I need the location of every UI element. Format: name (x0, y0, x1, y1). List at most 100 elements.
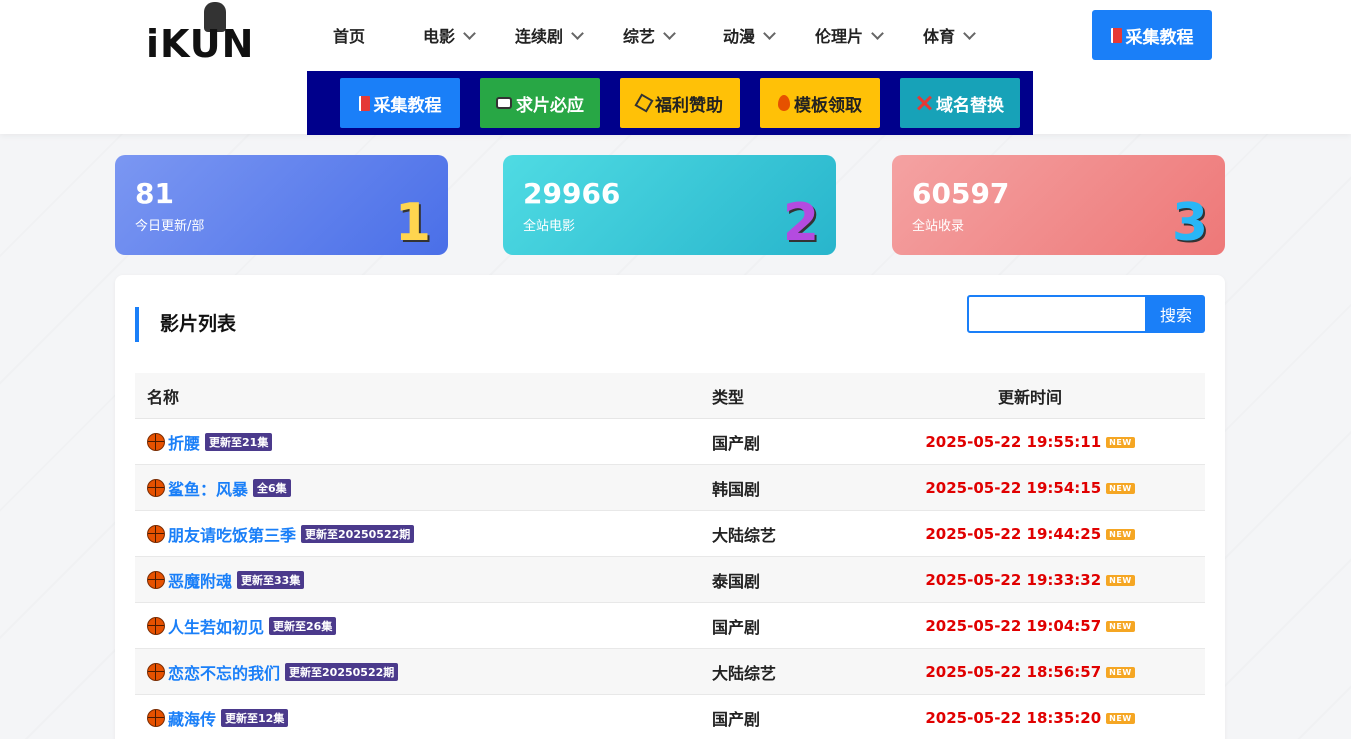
fire-icon (778, 95, 790, 111)
row-name-cell: 朋友请吃饭第三季 更新至20250522期 (147, 511, 415, 557)
nav-item-movies[interactable]: 电影 (423, 22, 476, 48)
search-button[interactable]: 搜索 (1147, 295, 1205, 333)
video-title-link[interactable]: 藏海传 (168, 706, 216, 730)
quick-domain-button[interactable]: 域名替换 (900, 78, 1020, 128)
quick-sponsor-button[interactable]: 福利赞助 (620, 78, 740, 128)
quick-button-label: 域名替换 (936, 95, 1004, 116)
quick-button-label: 求片必应 (516, 95, 584, 116)
gift-icon (634, 93, 654, 113)
nav-item-anime[interactable]: 动漫 (723, 22, 776, 48)
episode-badge: 更新至20250522期 (301, 525, 415, 543)
book-icon (358, 95, 370, 111)
new-badge: NEW (1106, 666, 1135, 678)
new-badge: NEW (1106, 436, 1135, 448)
table-row: 恶魔附魂 更新至33集 泰国剧 2025-05-22 19:33:32 NEW (135, 557, 1205, 603)
nav-label: 体育 (923, 27, 956, 46)
chevron-down-icon (571, 26, 584, 40)
table-row: 恋恋不忘的我们 更新至20250522期 大陆综艺 2025-05-22 18:56:… (135, 649, 1205, 695)
row-time-cell: 2025-05-22 19:44:25 NEW (865, 511, 1195, 557)
update-time: 2025-05-22 18:56:57 (925, 663, 1102, 681)
tutorial-button-label: 采集教程 (1125, 27, 1194, 48)
update-time: 2025-05-22 18:35:20 (925, 709, 1102, 727)
update-time: 2025-05-22 19:54:15 (925, 479, 1102, 497)
chevron-down-icon (871, 26, 884, 40)
header-time: 更新时间 (997, 388, 1062, 407)
basketball-icon (147, 663, 165, 681)
site-header: iKUN 首页 电影 连续剧 综艺 动漫 伦理片 体育 采集教程 采集教程 求片… (0, 0, 1351, 135)
chevron-down-icon (963, 26, 976, 40)
stat-value: 29966 (523, 177, 621, 210)
row-time-cell: 2025-05-22 19:33:32 NEW (865, 557, 1195, 603)
basketball-icon (147, 479, 165, 497)
quick-tutorial-button[interactable]: 采集教程 (340, 78, 460, 128)
new-badge: NEW (1106, 574, 1135, 586)
stat-value: 81 (135, 177, 174, 210)
search-input[interactable] (967, 295, 1147, 333)
episode-badge: 更新至20250522期 (285, 663, 399, 681)
table-row: 折腰 更新至21集 国产剧 2025-05-22 19:55:11 NEW (135, 419, 1205, 465)
video-type: 泰国剧 (712, 572, 761, 591)
quick-button-label: 福利赞助 (655, 95, 723, 116)
table-row: 藏海传 更新至12集 国产剧 2025-05-22 18:35:20 NEW (135, 695, 1205, 739)
quick-button-label: 采集教程 (373, 95, 442, 116)
cross-icon (916, 95, 932, 111)
table-row: 人生若如初见 更新至26集 国产剧 2025-05-22 19:04:57 NEW (135, 603, 1205, 649)
basketball-icon (147, 617, 165, 635)
book-icon (1110, 27, 1122, 43)
nav-item-ethics[interactable]: 伦理片 (815, 22, 884, 48)
video-type: 韩国剧 (712, 480, 761, 499)
video-title-link[interactable]: 鲨鱼：风暴 (168, 476, 248, 500)
row-time-cell: 2025-05-22 19:04:57 NEW (865, 603, 1195, 649)
stat-label: 全站收录 (912, 219, 965, 234)
row-time-cell: 2025-05-22 19:55:11 NEW (865, 419, 1195, 465)
video-type: 国产剧 (712, 618, 761, 637)
row-name-cell: 恋恋不忘的我们 更新至20250522期 (147, 649, 399, 695)
nav-label: 电影 (423, 27, 456, 46)
quick-request-button[interactable]: 求片必应 (480, 78, 600, 128)
nav-item-sports[interactable]: 体育 (923, 22, 976, 48)
stat-card-today: 81 今日更新/部 1 (115, 155, 448, 255)
quick-links-bar: 采集教程 求片必应 福利赞助 模板领取 域名替换 (307, 71, 1033, 135)
episode-badge: 更新至12集 (221, 709, 289, 727)
update-time: 2025-05-22 19:44:25 (925, 525, 1102, 543)
nav-item-series[interactable]: 连续剧 (515, 22, 584, 48)
nav-label: 首页 (333, 27, 366, 46)
table-row: 朋友请吃饭第三季 更新至20250522期 大陆综艺 2025-05-22 19:44… (135, 511, 1205, 557)
stat-label: 全站电影 (523, 219, 576, 234)
nav-label: 连续剧 (515, 27, 564, 46)
row-time-cell: 2025-05-22 19:54:15 NEW (865, 465, 1195, 511)
nav-label: 伦理片 (815, 27, 864, 46)
video-title-link[interactable]: 折腰 (168, 430, 200, 454)
stat-card-movies: 29966 全站电影 2 (503, 155, 836, 255)
new-badge: NEW (1106, 528, 1135, 540)
table-row: 鲨鱼：风暴 全6集 韩国剧 2025-05-22 19:54:15 NEW (135, 465, 1205, 511)
video-type: 国产剧 (712, 710, 761, 729)
stat-value: 60597 (912, 177, 1010, 210)
chat-icon (496, 97, 512, 109)
quick-button-label: 模板领取 (794, 95, 862, 116)
video-title-link[interactable]: 人生若如初见 (168, 614, 264, 638)
table-body: 折腰 更新至21集国产剧 2025-05-22 19:55:11 NEW 鲨鱼：风暴 全6… (135, 419, 1205, 739)
video-title-link[interactable]: 朋友请吃饭第三季 (168, 522, 296, 546)
basketball-icon (147, 709, 165, 727)
row-name-cell: 折腰 更新至21集 (147, 419, 273, 465)
quick-template-button[interactable]: 模板领取 (760, 78, 880, 128)
tutorial-button[interactable]: 采集教程 (1092, 10, 1212, 60)
video-title-link[interactable]: 恶魔附魂 (168, 568, 232, 592)
nav-item-home[interactable]: 首页 (333, 22, 365, 48)
nav-item-variety[interactable]: 综艺 (623, 22, 676, 48)
episode-badge: 全6集 (253, 479, 291, 497)
table-header: 名称 类型 更新时间 (135, 373, 1205, 419)
header-type: 类型 (712, 388, 745, 407)
nav-label: 综艺 (623, 27, 656, 46)
video-title-link[interactable]: 恋恋不忘的我们 (168, 660, 280, 684)
update-time: 2025-05-22 19:55:11 (925, 433, 1102, 451)
video-type: 大陆综艺 (712, 526, 777, 545)
stat-card-total: 60597 全站收录 3 (892, 155, 1225, 255)
stat-label: 今日更新/部 (135, 219, 205, 234)
basketball-icon (147, 571, 165, 589)
row-name-cell: 藏海传 更新至12集 (147, 695, 289, 739)
video-type: 大陆综艺 (712, 664, 777, 683)
chevron-down-icon (463, 26, 476, 40)
rank-one-icon: 1 (394, 193, 432, 253)
